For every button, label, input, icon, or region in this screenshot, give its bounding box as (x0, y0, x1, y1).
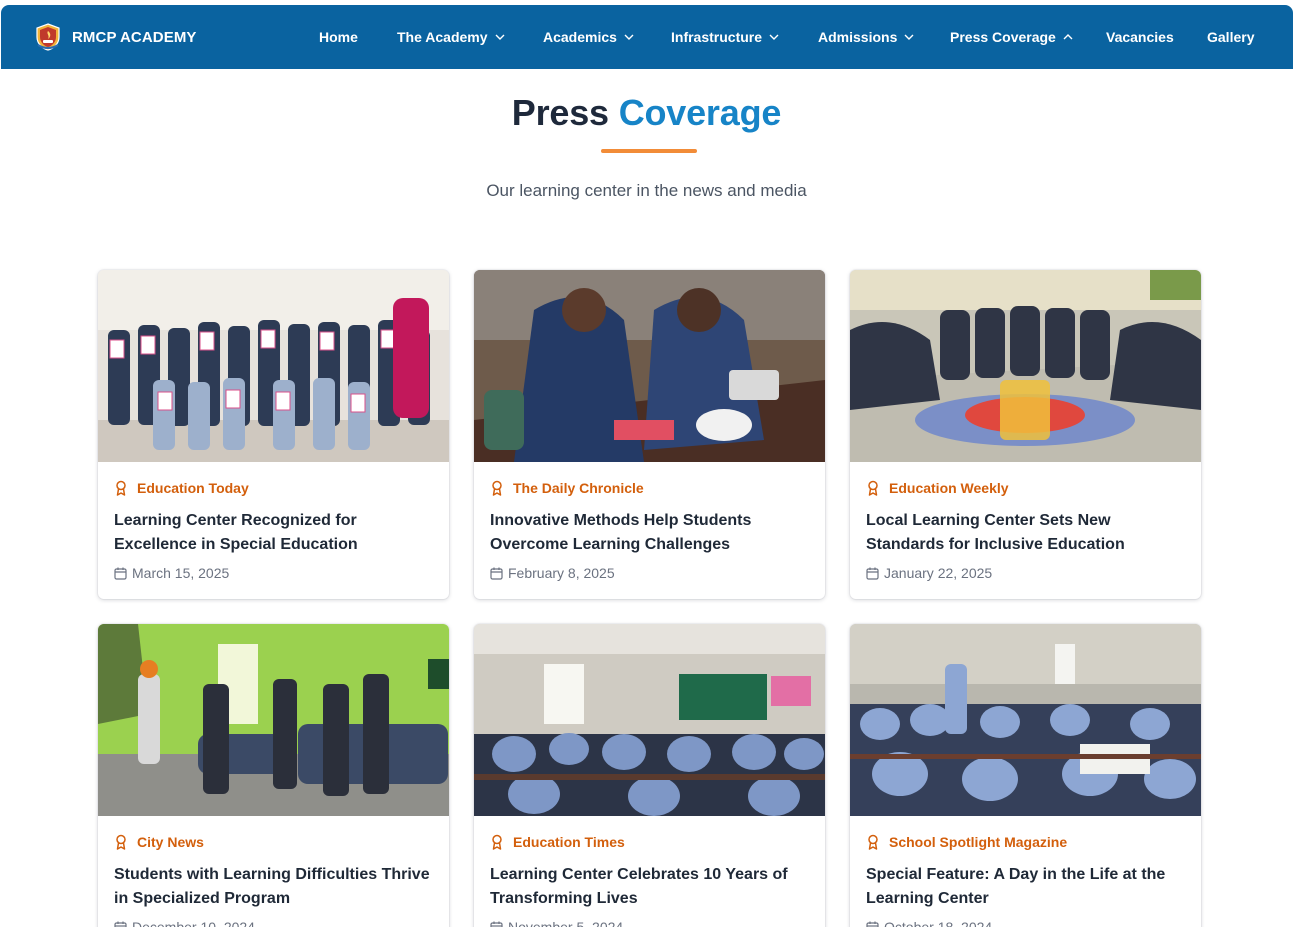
calendar-icon (490, 567, 503, 580)
card-body: Education Weekly Local Learning Center S… (866, 462, 1185, 582)
calendar-icon (490, 921, 503, 927)
nav-academics[interactable]: Academics (543, 5, 635, 69)
nav-label: The Academy (397, 29, 488, 45)
article-date: December 10, 2024 (132, 919, 255, 927)
press-card[interactable]: The Daily Chronicle Innovative Methods H… (474, 270, 825, 599)
source-row: Education Today (114, 480, 433, 496)
source-row: The Daily Chronicle (490, 480, 809, 496)
article-date: January 22, 2025 (884, 565, 993, 581)
article-headline[interactable]: Learning Center Celebrates 10 Years of T… (490, 863, 809, 911)
date-row: March 15, 2025 (114, 564, 433, 582)
date-row: February 8, 2025 (490, 564, 809, 582)
date-row: October 18, 2024 (866, 918, 1185, 927)
nav-home[interactable]: Home (319, 5, 358, 69)
page-subtitle: Our learning center in the news and medi… (486, 181, 807, 200)
press-card[interactable]: Education Times Learning Center Celebrat… (474, 624, 825, 927)
source-name: Education Weekly (889, 480, 1009, 496)
article-date: October 18, 2024 (884, 919, 993, 927)
article-headline[interactable]: Special Feature: A Day in the Life at th… (866, 863, 1185, 911)
nav-the-academy[interactable]: The Academy (397, 5, 506, 69)
source-row: City News (114, 834, 433, 850)
chevron-up-icon (1063, 34, 1073, 40)
students-craft-activity-photo (474, 270, 825, 462)
source-name: Education Times (513, 834, 625, 850)
source-name: The Daily Chronicle (513, 480, 644, 496)
card-body: Education Today Learning Center Recogniz… (114, 462, 433, 582)
calendar-icon (866, 567, 879, 580)
card-body: Education Times Learning Center Celebrat… (490, 816, 809, 927)
award-icon (868, 834, 878, 850)
date-row: January 22, 2025 (866, 564, 1185, 582)
award-icon (492, 480, 502, 496)
date-row: December 10, 2024 (114, 918, 433, 927)
chevron-down-icon (769, 34, 779, 40)
diwali-rangoli-photo (850, 270, 1201, 462)
nav-menu: Home The Academy Academics Infrastructur… (1, 5, 1293, 69)
page: RMCP ACADEMY Home The Academy Academics … (0, 0, 1293, 927)
classroom-desks-photo (474, 624, 825, 816)
article-date: November 5, 2024 (508, 919, 624, 927)
source-row: School Spotlight Magazine (866, 834, 1185, 850)
press-card[interactable]: Education Weekly Local Learning Center S… (850, 270, 1201, 599)
award-icon (492, 834, 502, 850)
card-body: School Spotlight Magazine Special Featur… (866, 816, 1185, 927)
calendar-icon (866, 921, 879, 927)
students-writing-exam-photo (850, 624, 1201, 816)
article-headline[interactable]: Local Learning Center Sets New Standards… (866, 509, 1185, 557)
chevron-down-icon (495, 34, 505, 40)
nav-label: Gallery (1207, 29, 1255, 45)
page-title: Press Coverage (0, 92, 1293, 134)
calendar-icon (114, 567, 127, 580)
article-date: February 8, 2025 (508, 565, 615, 581)
title-underline (601, 149, 697, 153)
press-card[interactable]: Education Today Learning Center Recogniz… (98, 270, 449, 599)
nav-label: Home (319, 29, 358, 45)
top-navbar: RMCP ACADEMY Home The Academy Academics … (1, 5, 1293, 69)
nav-label: Admissions (818, 29, 898, 45)
card-body: City News Students with Learning Difficu… (114, 816, 433, 927)
calendar-icon (114, 921, 127, 927)
nav-vacancies[interactable]: Vacancies (1106, 5, 1174, 69)
award-icon (116, 834, 126, 850)
nav-press-coverage[interactable]: Press Coverage (950, 5, 1074, 69)
nav-admissions[interactable]: Admissions (818, 5, 915, 69)
article-headline[interactable]: Students with Learning Difficulties Thri… (114, 863, 433, 911)
chevron-down-icon (624, 34, 634, 40)
date-row: November 5, 2024 (490, 918, 809, 927)
card-body: The Daily Chronicle Innovative Methods H… (490, 462, 809, 582)
students-holding-drawings-photo (98, 270, 449, 462)
article-date: March 15, 2025 (132, 565, 230, 581)
source-name: School Spotlight Magazine (889, 834, 1068, 850)
nav-label: Vacancies (1106, 29, 1174, 45)
award-icon (868, 480, 878, 496)
article-headline[interactable]: Learning Center Recognized for Excellenc… (114, 509, 433, 557)
article-headline[interactable]: Innovative Methods Help Students Overcom… (490, 509, 809, 557)
classroom-assembly-photo (98, 624, 449, 816)
nav-label: Academics (543, 29, 617, 45)
nav-label: Press Coverage (950, 29, 1056, 45)
source-name: City News (137, 834, 204, 850)
nav-infrastructure[interactable]: Infrastructure (671, 5, 780, 69)
source-name: Education Today (137, 480, 249, 496)
page-title-accent: Coverage (618, 92, 782, 133)
press-card[interactable]: School Spotlight Magazine Special Featur… (850, 624, 1201, 927)
award-icon (116, 480, 126, 496)
page-title-main: Press (511, 92, 609, 133)
chevron-down-icon (904, 34, 914, 40)
source-row: Education Times (490, 834, 809, 850)
nav-label: Infrastructure (671, 29, 763, 45)
nav-gallery[interactable]: Gallery (1207, 5, 1254, 69)
source-row: Education Weekly (866, 480, 1185, 496)
press-card[interactable]: City News Students with Learning Difficu… (98, 624, 449, 927)
